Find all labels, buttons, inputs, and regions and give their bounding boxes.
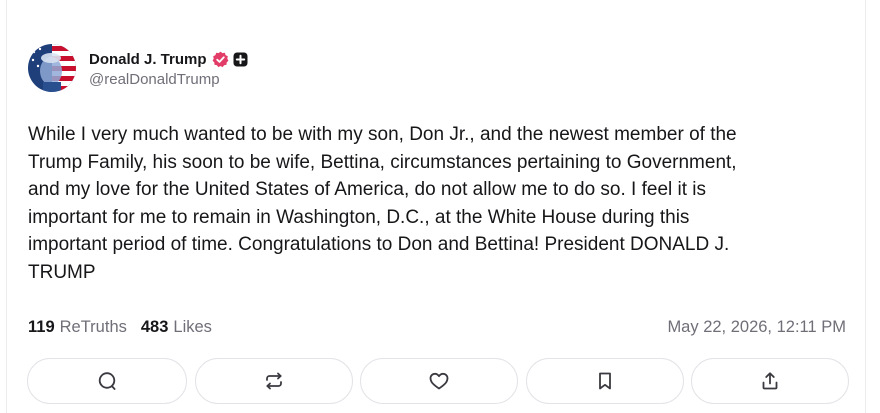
comment-icon [96,370,118,392]
post-timestamp: May 22, 2026, 12:11 PM [667,318,846,336]
bookmark-button[interactable] [525,358,684,404]
like-button[interactable] [360,358,518,404]
post-header: Donald J. Trump @realDonaldTrump [28,44,248,92]
likes-label[interactable]: Likes [173,318,212,337]
retruths-count[interactable]: 119 [28,318,55,337]
post-card: Donald J. Trump @realDonaldTrump While I… [6,0,866,413]
post-body: While I very much wanted to be with my s… [28,124,737,283]
likes-count[interactable]: 483 [141,318,169,337]
share-icon [759,370,781,392]
heart-icon [428,370,450,392]
share-button[interactable] [691,358,849,404]
name-row: Donald J. Trump [89,48,248,70]
verified-badge-icon [212,51,229,68]
action-bar [27,358,849,404]
retruths-label[interactable]: ReTruths [60,318,127,337]
author-handle[interactable]: @realDonaldTrump [89,71,248,88]
plus-badge-icon [233,52,248,67]
author-identity: Donald J. Trump @realDonaldTrump [89,48,248,88]
post-stats: 119 ReTruths 483 Likes [28,318,212,337]
bookmark-icon [594,370,616,392]
reply-button[interactable] [27,358,187,404]
display-name[interactable]: Donald J. Trump [89,51,207,68]
repost-icon [263,370,285,392]
retruth-button[interactable] [194,358,353,404]
avatar[interactable] [28,44,76,92]
